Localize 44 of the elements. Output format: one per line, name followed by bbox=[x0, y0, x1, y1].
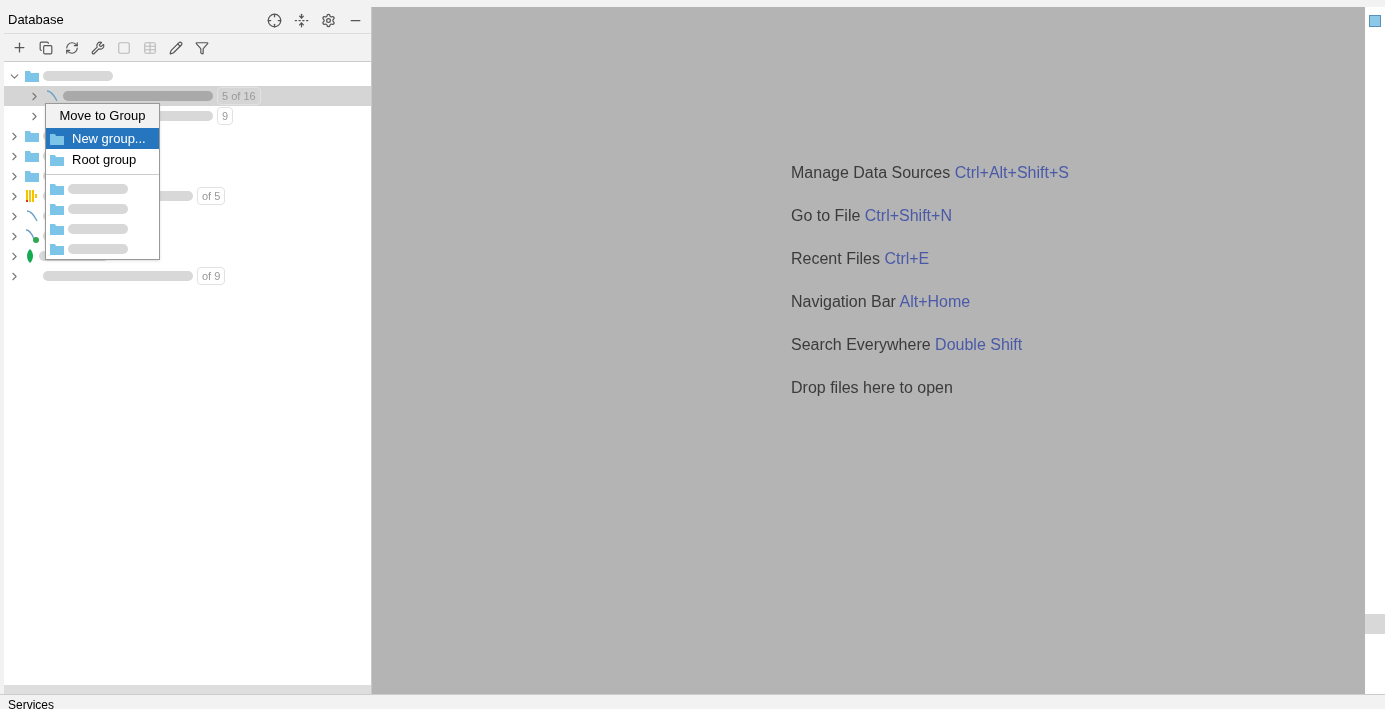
scrollbar-thumb[interactable] bbox=[1365, 614, 1385, 634]
services-tab[interactable]: Services bbox=[8, 698, 54, 709]
shortcut-hint: Recent Files Ctrl+E bbox=[791, 249, 931, 269]
redacted-name bbox=[68, 222, 128, 236]
copy-icon[interactable] bbox=[39, 40, 53, 55]
sidebar-icon[interactable] bbox=[1369, 15, 1381, 27]
dolphin-icon bbox=[25, 229, 39, 243]
leaf-icon bbox=[25, 249, 35, 263]
menu-item[interactable]: Root group bbox=[46, 149, 159, 170]
folder-icon bbox=[50, 153, 64, 166]
panel-title: Database bbox=[8, 11, 64, 30]
add-icon[interactable] bbox=[12, 40, 27, 55]
bars-icon bbox=[25, 189, 39, 203]
folder-icon bbox=[50, 203, 64, 215]
count-badge: of 5 bbox=[197, 187, 226, 205]
folder-icon bbox=[50, 183, 64, 195]
count-badge: of 9 bbox=[197, 267, 226, 285]
locate-icon[interactable] bbox=[267, 12, 282, 28]
folder-icon bbox=[25, 130, 39, 142]
count-badge: 5 of 16 bbox=[217, 87, 261, 105]
shortcut-hint: Go to File Ctrl+Shift+N bbox=[791, 206, 953, 226]
edit-icon[interactable] bbox=[169, 40, 183, 55]
menu-item[interactable]: New group... bbox=[46, 128, 159, 149]
folder-icon bbox=[25, 70, 39, 82]
settings-icon[interactable] bbox=[321, 12, 336, 28]
shortcut-hint: Drop files here to open bbox=[791, 378, 954, 398]
shortcut-hint: Manage Data Sources Ctrl+Alt+Shift+S bbox=[791, 163, 1070, 183]
count-badge: 9 bbox=[217, 107, 234, 125]
menu-title: Move to Group bbox=[46, 104, 159, 128]
folder-icon bbox=[50, 223, 64, 235]
redacted-name bbox=[68, 242, 128, 256]
horizontal-scrollbar[interactable] bbox=[4, 685, 371, 694]
collapse-icon[interactable] bbox=[294, 12, 309, 28]
filter-icon[interactable] bbox=[195, 40, 209, 55]
folder-icon bbox=[50, 243, 64, 255]
shortcut-hint: Search Everywhere Double Shift bbox=[791, 335, 1024, 355]
wrench-icon[interactable] bbox=[91, 40, 105, 55]
dolphin-icon bbox=[45, 89, 59, 103]
dolphin-icon bbox=[25, 209, 39, 223]
folder-icon bbox=[25, 150, 39, 162]
shortcut-hint: Navigation Bar Alt+Home bbox=[791, 292, 972, 312]
folder-icon bbox=[50, 132, 64, 145]
refresh-icon[interactable] bbox=[65, 40, 79, 55]
folder-icon bbox=[25, 170, 39, 182]
